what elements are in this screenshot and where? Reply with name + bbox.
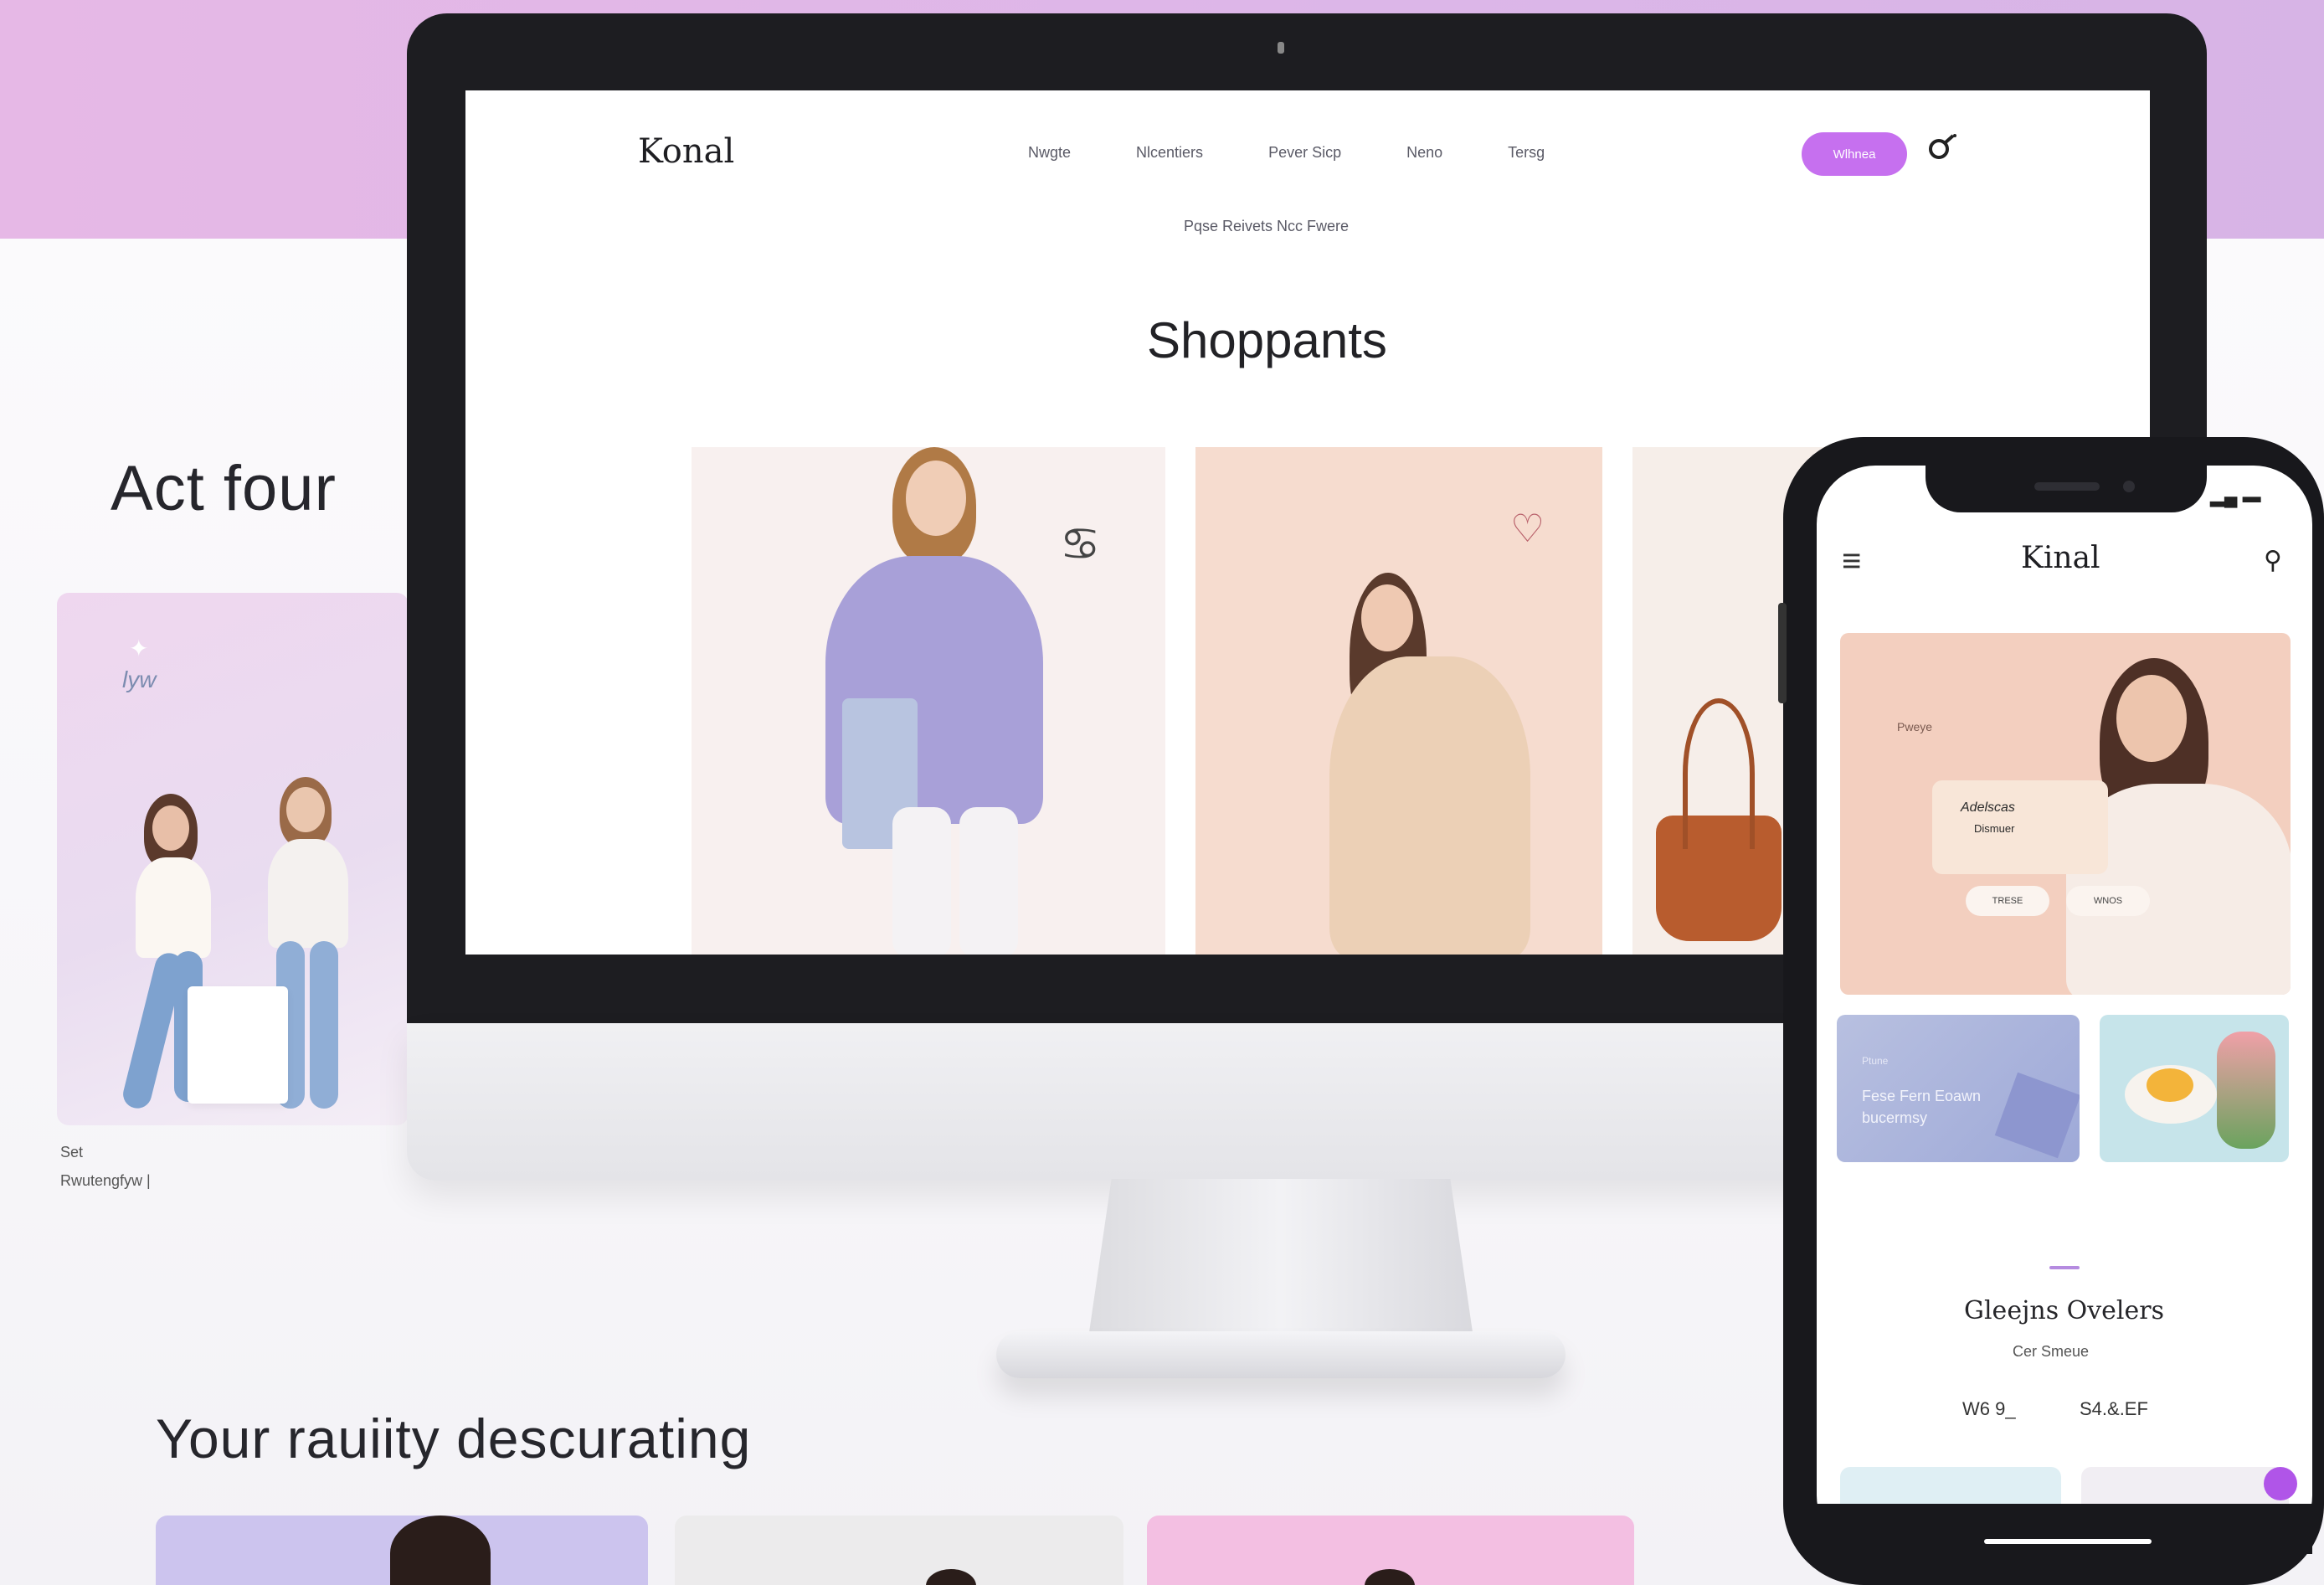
mobile-hero-banner[interactable]: Pweye Adelscas Dismuer TRESE WNOS <box>1840 633 2291 995</box>
nav-item[interactable]: Pever Sicp <box>1268 144 1341 162</box>
promo-card-tag: lyw <box>122 666 157 692</box>
tile-label: Ptune <box>1862 1055 1889 1067</box>
promo-card-image[interactable]: ✦ lyw <box>57 593 409 1125</box>
product-price: S4.&.EF <box>2080 1398 2148 1419</box>
nav-item[interactable]: Neno <box>1406 144 1442 162</box>
product-price: W6 9_ <box>1962 1398 2016 1419</box>
mobile-logo[interactable]: Kinal <box>2021 541 2100 575</box>
model-hair <box>390 1516 491 1585</box>
product-card[interactable]: ♡ <box>1195 447 1602 955</box>
hero-card-title: Adelscas <box>1961 800 2015 815</box>
hero-pill-button[interactable]: WNOS <box>2066 886 2150 916</box>
mobile-category-tile[interactable]: Ptune Fese Fern Eoawn bucermsy <box>1837 1015 2080 1162</box>
collection-card[interactable] <box>1147 1516 1634 1585</box>
hero-pill-button[interactable]: TRESE <box>1966 886 2049 916</box>
section-heading: Act four <box>111 453 337 524</box>
nav-item[interactable]: Tersg <box>1508 144 1545 162</box>
phone-bottom-bezel <box>1817 1504 2312 1554</box>
phone-speaker <box>2034 482 2100 491</box>
monitor-base <box>996 1331 1566 1378</box>
model-hair <box>926 1569 976 1585</box>
hero-card-subtitle: Dismuer <box>1974 822 2015 835</box>
menu-icon[interactable]: ≡ <box>1842 543 1861 580</box>
sparkle-icon: ✦ <box>129 636 149 661</box>
user-icon[interactable] <box>1926 131 1959 172</box>
hero-card <box>1932 780 2108 874</box>
section-accent <box>2049 1266 2080 1269</box>
display-box <box>188 986 288 1104</box>
home-indicator[interactable] <box>1984 1539 2152 1544</box>
hero-label: Pweye <box>1897 720 1933 733</box>
promo-caption: Set <box>60 1144 84 1160</box>
site-logo[interactable]: Konal <box>638 132 734 171</box>
flower-image <box>2217 1032 2275 1149</box>
battery-icon: ▂▄ ▬ <box>2210 486 2261 507</box>
model-hair <box>1365 1569 1415 1585</box>
handbag-strap <box>1683 698 1755 849</box>
cta-button[interactable]: Wlhnea <box>1802 132 1907 176</box>
nav-item[interactable]: Nwgte <box>1028 144 1071 162</box>
floating-action-button[interactable] <box>2264 1467 2297 1500</box>
section-heading: Your rauiity descurating <box>156 1407 752 1469</box>
mobile-screen <box>1817 466 2312 1554</box>
heart-icon[interactable]: ♡ <box>1510 506 1545 551</box>
product-subtitle: Cer Smeue <box>2013 1343 2090 1360</box>
collection-card[interactable] <box>156 1516 648 1585</box>
user-icon <box>1929 134 1956 159</box>
scribble-icon: ♋ <box>1060 519 1101 569</box>
product-card[interactable]: ♋ <box>692 447 1165 955</box>
product-title: Gleejns Ovelers <box>1964 1296 2165 1325</box>
main-nav: Nwgte Nlcentiers Pever Sicp Neno Tersg <box>1028 144 1545 162</box>
mobile-category-tile[interactable] <box>2100 1015 2289 1162</box>
food-item <box>2147 1068 2193 1102</box>
monitor-stand <box>1088 1179 1473 1338</box>
phone-button <box>1778 603 1787 703</box>
webcam <box>1278 42 1284 54</box>
page-title: Shoppants <box>1147 312 1387 368</box>
user-icon[interactable]: ⚲ <box>2264 546 2282 575</box>
phone-camera <box>2123 481 2135 492</box>
sub-nav[interactable]: Pqse Reivets Ncc Fwere <box>1184 218 1349 235</box>
collection-card[interactable] <box>675 1516 1123 1585</box>
nav-item[interactable]: Nlcentiers <box>1136 144 1203 162</box>
model-figure <box>792 447 1060 955</box>
promo-caption: Rwutengfyw | <box>60 1172 151 1189</box>
model-figure <box>1329 573 1539 955</box>
